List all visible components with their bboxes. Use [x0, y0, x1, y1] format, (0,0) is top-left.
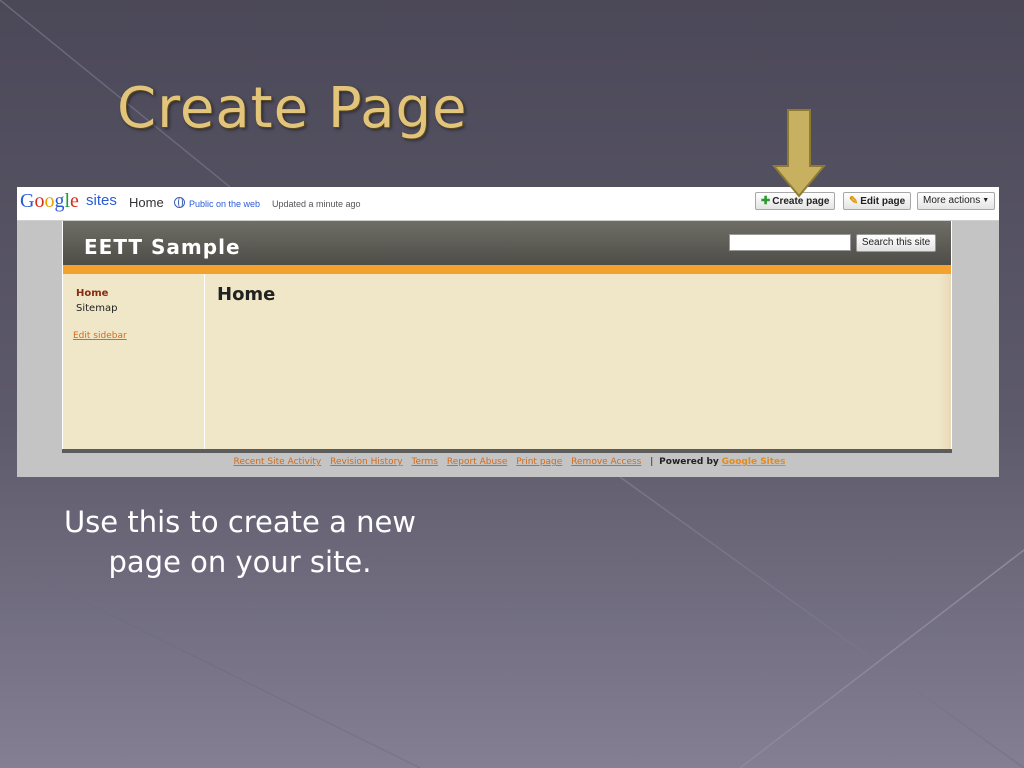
footer-link-recent-activity[interactable]: Recent Site Activity	[233, 457, 321, 467]
page-bottom-bar	[62, 449, 952, 453]
current-page-name: Home	[129, 195, 164, 210]
sidebar-item-sitemap[interactable]: Sitemap	[76, 303, 117, 314]
sidebar-item-home[interactable]: Home	[76, 288, 108, 299]
header-accent-bar	[63, 265, 951, 274]
slide-caption: Use this to create a new page on your si…	[63, 505, 417, 579]
arrow-down-icon	[772, 109, 826, 198]
pencil-icon: ✎	[849, 195, 859, 207]
page-edge-shade	[939, 274, 951, 451]
more-actions-button[interactable]: More actions ▼	[917, 192, 995, 210]
site-name[interactable]: EETT Sample	[84, 235, 241, 259]
edit-sidebar-link[interactable]: Edit sidebar	[73, 331, 127, 341]
more-actions-label: More actions	[923, 195, 981, 206]
visibility-link[interactable]: Public on the web	[189, 199, 260, 209]
edit-page-label: Edit page	[860, 196, 906, 207]
footer-link-revision-history[interactable]: Revision History	[330, 457, 403, 467]
google-sites-screenshot: Google sites Home Public on the web Upda…	[17, 187, 999, 477]
footer-link-print-page[interactable]: Print page	[516, 457, 562, 467]
footer-link-terms[interactable]: Terms	[411, 457, 438, 467]
footer-link-report-abuse[interactable]: Report Abuse	[447, 457, 508, 467]
globe-icon	[174, 197, 185, 208]
search-site-button[interactable]: Search this site	[856, 234, 936, 252]
plus-icon: ✚	[761, 195, 771, 207]
google-logo: Google	[20, 190, 79, 212]
footer-link-remove-access[interactable]: Remove Access	[571, 457, 641, 467]
site-sidebar: Home Sitemap Edit sidebar	[63, 274, 205, 451]
site-header: EETT Sample Search this site	[63, 221, 951, 265]
sites-topbar: Google sites Home Public on the web Upda…	[17, 187, 999, 221]
caret-down-icon: ▼	[982, 197, 990, 204]
site-page: EETT Sample Search this site Home Sitema…	[62, 221, 952, 451]
page-heading: Home	[217, 284, 276, 305]
edit-page-button[interactable]: ✎ Edit page	[843, 192, 911, 210]
site-search-input[interactable]	[729, 234, 851, 251]
footer-separator: |	[650, 457, 654, 467]
slide-title: Create Page	[117, 76, 468, 141]
powered-by-label: Powered by	[659, 457, 719, 467]
sites-product-label: sites	[86, 192, 117, 209]
updated-status: Updated a minute ago	[272, 199, 361, 209]
google-sites-link[interactable]: Google Sites	[722, 457, 786, 467]
site-footer: Recent Site Activity Revision History Te…	[17, 457, 999, 467]
